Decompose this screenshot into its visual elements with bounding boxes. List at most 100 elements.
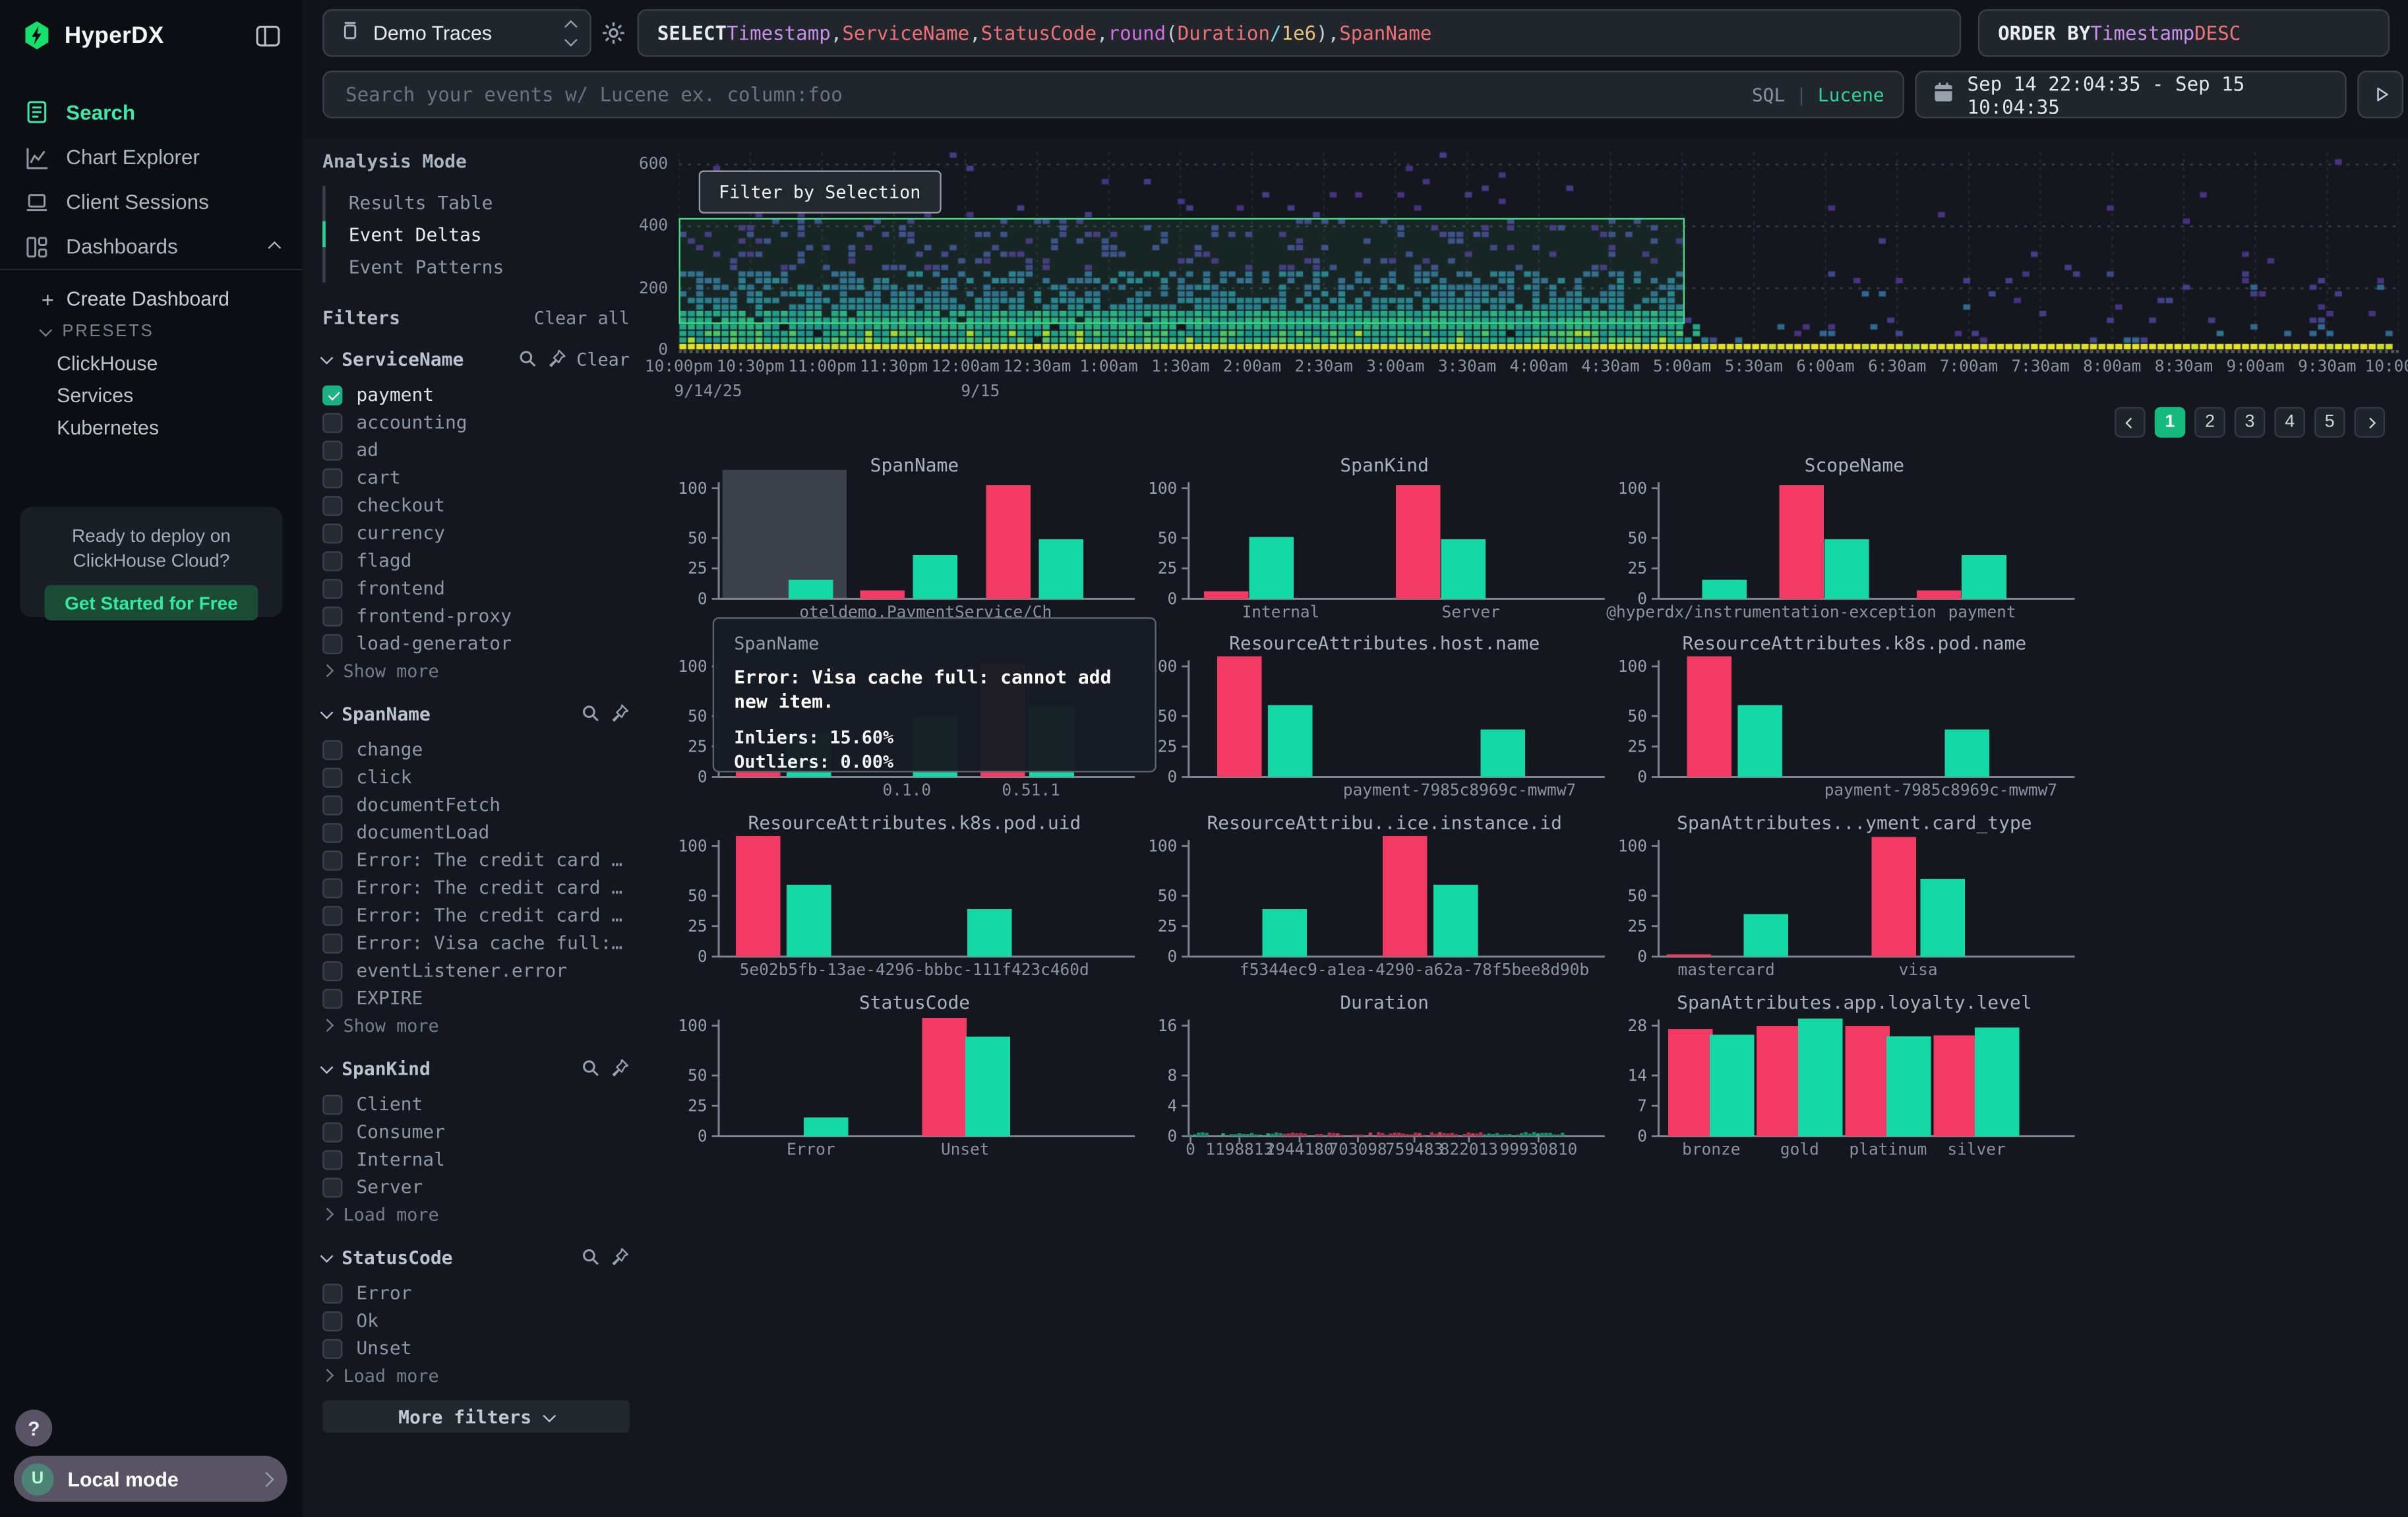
show-more-servicename[interactable]: Show more: [322, 657, 630, 684]
pin-icon[interactable]: [610, 703, 630, 723]
sidebar-item-client-sessions[interactable]: Client Sessions: [0, 180, 303, 225]
checkbox[interactable]: [322, 606, 342, 626]
checkbox[interactable]: [322, 739, 342, 759]
search-icon[interactable]: [580, 703, 600, 723]
pin-icon[interactable]: [610, 1247, 630, 1266]
filter-option-load-generator[interactable]: load-generator: [322, 630, 630, 657]
checkbox[interactable]: [322, 822, 342, 842]
chart-plot[interactable]: 02550100: [678, 840, 1149, 963]
pagination-page-3[interactable]: 3: [2235, 407, 2266, 438]
load-more-statuscode[interactable]: Load more: [322, 1362, 630, 1388]
search-icon[interactable]: [518, 349, 538, 369]
checkbox[interactable]: [322, 933, 342, 953]
filter-option-checkout[interactable]: checkout: [322, 491, 630, 519]
filter-option-flagd[interactable]: flagd: [322, 547, 630, 574]
sidebar-item-chart-explorer[interactable]: Chart Explorer: [0, 135, 303, 180]
checkbox[interactable]: [322, 1283, 342, 1303]
chart-plot[interactable]: 02550100: [1619, 840, 2089, 963]
checkbox[interactable]: [322, 1094, 342, 1114]
language-toggle[interactable]: SQL | Lucene: [1752, 84, 1884, 105]
load-more-spankind[interactable]: Load more: [322, 1201, 630, 1227]
pagination-page-1[interactable]: 1: [2155, 407, 2186, 438]
clear-all-button[interactable]: Clear all: [534, 307, 630, 329]
analysis-mode-event-patterns[interactable]: Event Patterns: [326, 251, 630, 283]
analysis-mode-event-deltas[interactable]: Event Deltas: [326, 218, 630, 251]
chart-plot[interactable]: 02550100: [1619, 482, 2089, 605]
filter-by-selection-button[interactable]: Filter by Selection: [699, 171, 941, 214]
pagination-next-button[interactable]: [2354, 407, 2385, 438]
source-select[interactable]: Demo Traces: [322, 9, 591, 57]
filter-option-error[interactable]: Error: [322, 1279, 630, 1307]
checkbox[interactable]: [322, 1121, 342, 1141]
chart-plot[interactable]: 071428: [1619, 1020, 2089, 1143]
checkbox[interactable]: [322, 384, 342, 404]
lucene-toggle[interactable]: Lucene: [1818, 84, 1884, 105]
filter-option-server[interactable]: Server: [322, 1173, 630, 1201]
run-query-button[interactable]: [2357, 71, 2403, 118]
checkbox[interactable]: [322, 1338, 342, 1358]
chevron-down-icon[interactable]: [320, 705, 332, 717]
checkbox[interactable]: [322, 961, 342, 980]
checkbox[interactable]: [322, 412, 342, 432]
search-icon[interactable]: [580, 1247, 600, 1266]
filter-option-expire[interactable]: EXPIRE: [322, 984, 630, 1012]
pagination-prev-button[interactable]: [2115, 407, 2146, 438]
filter-option-frontend-proxy[interactable]: frontend-proxy: [322, 602, 630, 630]
filter-option-frontend[interactable]: frontend: [322, 574, 630, 602]
heatmap-selection-box[interactable]: [678, 218, 1685, 324]
chart-plot[interactable]: 02550100: [1149, 661, 1619, 783]
checkbox[interactable]: [322, 467, 342, 487]
chart-plot[interactable]: 02550100: [1619, 661, 2089, 783]
local-mode-button[interactable]: U Local mode: [14, 1456, 287, 1502]
chevron-down-icon[interactable]: [320, 351, 332, 363]
filter-option-error-the-credit-card[interactable]: Error: The credit card (…: [322, 901, 630, 929]
checkbox[interactable]: [322, 440, 342, 460]
filter-option-click[interactable]: click: [322, 763, 630, 791]
chart-plot[interactable]: 04816: [1149, 1020, 1619, 1143]
sidebar-subitem-create-dashboard[interactable]: +Create Dashboard: [0, 283, 303, 315]
checkbox[interactable]: [322, 495, 342, 515]
chevron-down-icon[interactable]: [320, 1249, 332, 1261]
checkbox[interactable]: [322, 1177, 342, 1197]
filter-option-ad[interactable]: ad: [322, 436, 630, 463]
filter-option-error-visa-cache-full[interactable]: Error: Visa cache full: …: [322, 929, 630, 957]
filter-option-documentfetch[interactable]: documentFetch: [322, 790, 630, 818]
pin-icon[interactable]: [547, 349, 567, 369]
filter-option-cart[interactable]: cart: [322, 463, 630, 491]
filter-option-error-the-credit-card[interactable]: Error: The credit card (…: [322, 874, 630, 901]
checkbox[interactable]: [322, 1311, 342, 1330]
chart-plot[interactable]: 02550100: [678, 482, 1149, 605]
checkbox[interactable]: [322, 794, 342, 814]
analysis-mode-results-table[interactable]: Results Table: [326, 186, 630, 218]
get-started-button[interactable]: Get Started for Free: [45, 585, 258, 620]
filter-option-client[interactable]: Client: [322, 1090, 630, 1118]
sql-select-input[interactable]: SELECT Timestamp, ServiceName, StatusCod…: [638, 9, 1962, 57]
checkbox[interactable]: [322, 850, 342, 870]
filter-option-internal[interactable]: Internal: [322, 1145, 630, 1173]
search-input[interactable]: [342, 81, 1739, 107]
sidebar-subitem-kubernetes[interactable]: Kubernetes: [0, 411, 303, 444]
chevron-down-icon[interactable]: [320, 1060, 332, 1072]
sidebar-item-search[interactable]: Search: [0, 89, 303, 135]
chart-plot[interactable]: 02550100: [678, 1020, 1149, 1143]
checkbox[interactable]: [322, 523, 342, 543]
filter-option-documentload[interactable]: documentLoad: [322, 818, 630, 846]
order-by-input[interactable]: ORDER BY Timestamp DESC: [1978, 9, 2390, 57]
sidebar-subitem-presets[interactable]: PRESETS: [0, 314, 303, 347]
filter-option-eventlistener-error[interactable]: eventListener.error: [322, 957, 630, 984]
date-range-picker[interactable]: Sep 14 22:04:35 - Sep 15 10:04:35: [1915, 71, 2346, 118]
checkbox[interactable]: [322, 905, 342, 925]
checkbox[interactable]: [322, 767, 342, 787]
gear-icon[interactable]: [601, 20, 627, 46]
filter-option-error-the-credit-card[interactable]: Error: The credit card (…: [322, 846, 630, 874]
pagination-page-4[interactable]: 4: [2274, 407, 2305, 438]
chart-plot[interactable]: 02550100: [1149, 482, 1619, 605]
filter-option-unset[interactable]: Unset: [322, 1334, 630, 1362]
sql-toggle[interactable]: SQL: [1752, 84, 1786, 105]
filter-option-currency[interactable]: currency: [322, 519, 630, 547]
pagination-page-5[interactable]: 5: [2314, 407, 2345, 438]
sidebar-subitem-services[interactable]: Services: [0, 379, 303, 411]
filter-option-ok[interactable]: Ok: [322, 1307, 630, 1334]
checkbox[interactable]: [322, 578, 342, 598]
more-filters-button[interactable]: More filters: [322, 1400, 630, 1433]
